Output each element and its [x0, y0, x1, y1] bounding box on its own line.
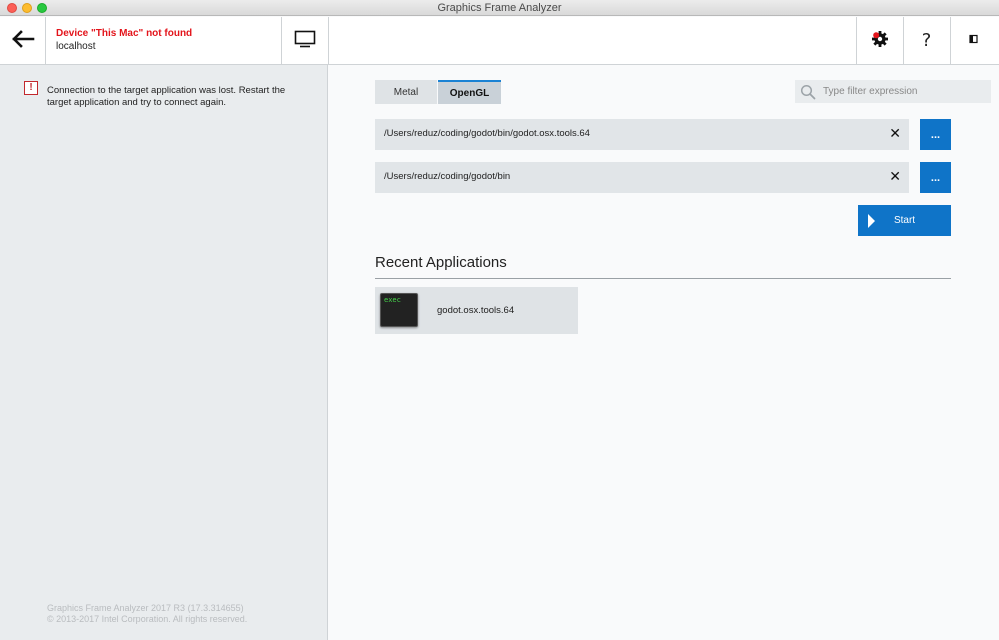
arrow-left-icon — [11, 30, 35, 51]
path-text: /Users/reduz/coding/godot/bin — [384, 171, 511, 182]
tab-metal[interactable]: Metal — [375, 80, 437, 104]
divider — [375, 278, 951, 279]
device-host: localhost — [56, 41, 96, 52]
connection-lost-message: Connection to the target application was… — [47, 85, 286, 108]
device-status: Device "This Mac" not found — [56, 28, 193, 39]
filter-box — [795, 80, 991, 103]
tab-label: OpenGL — [449, 87, 490, 99]
search-icon — [800, 84, 816, 103]
play-icon — [868, 214, 875, 228]
start-label: Start — [893, 215, 916, 226]
browse-executable-button[interactable]: ... — [920, 119, 951, 150]
browse-directory-button[interactable]: ... — [920, 162, 951, 193]
sidebar-toggle-button[interactable] — [950, 17, 997, 64]
alert-icon: ! — [24, 81, 38, 95]
exec-icon-label: exec — [384, 296, 401, 304]
gear-icon — [870, 29, 890, 52]
recent-applications-heading: Recent Applications — [375, 254, 507, 271]
sidebar-toggle-icon — [968, 34, 979, 47]
window-title: Graphics Frame Analyzer — [437, 2, 562, 14]
working-directory-field[interactable]: /Users/reduz/coding/godot/bin ✕ — [375, 162, 909, 193]
help-button[interactable]: ? — [903, 17, 950, 64]
footer-copyright: © 2013-2017 Intel Corporation. All right… — [47, 614, 248, 624]
terminal-exec-icon: exec — [380, 293, 418, 327]
clear-icon[interactable]: ✕ — [889, 168, 901, 186]
monitor-icon — [294, 30, 316, 51]
recent-app-item[interactable]: exec godot.osx.tools.64 — [375, 287, 578, 334]
footer-version: Graphics Frame Analyzer 2017 R3 (17.3.31… — [47, 603, 244, 613]
help-icon: ? — [921, 30, 932, 51]
header-divider — [328, 17, 329, 64]
title-bar: Graphics Frame Analyzer — [0, 0, 999, 16]
footer-info: Graphics Frame Analyzer 2017 R3 (17.3.31… — [47, 603, 247, 625]
start-button[interactable]: Start — [858, 205, 951, 236]
header-bar: Device "This Mac" not found localhost ? — [0, 17, 999, 65]
back-button[interactable] — [0, 17, 46, 64]
monitor-button[interactable] — [281, 17, 328, 64]
tab-opengl[interactable]: OpenGL — [438, 80, 501, 104]
device-info: Device "This Mac" not found localhost — [56, 28, 192, 52]
filter-input[interactable] — [823, 84, 983, 99]
app-name: godot.osx.tools.64 — [437, 305, 515, 316]
tab-label: Metal — [393, 86, 419, 98]
status-panel: ! Connection to the target application w… — [0, 65, 328, 640]
clear-icon[interactable]: ✕ — [889, 125, 901, 143]
main-panel: Metal OpenGL /Users/reduz/coding/godot/b… — [329, 65, 999, 640]
path-text: /Users/reduz/coding/godot/bin/godot.osx.… — [384, 128, 590, 139]
settings-button[interactable] — [856, 17, 903, 64]
executable-path-field[interactable]: /Users/reduz/coding/godot/bin/godot.osx.… — [375, 119, 909, 150]
